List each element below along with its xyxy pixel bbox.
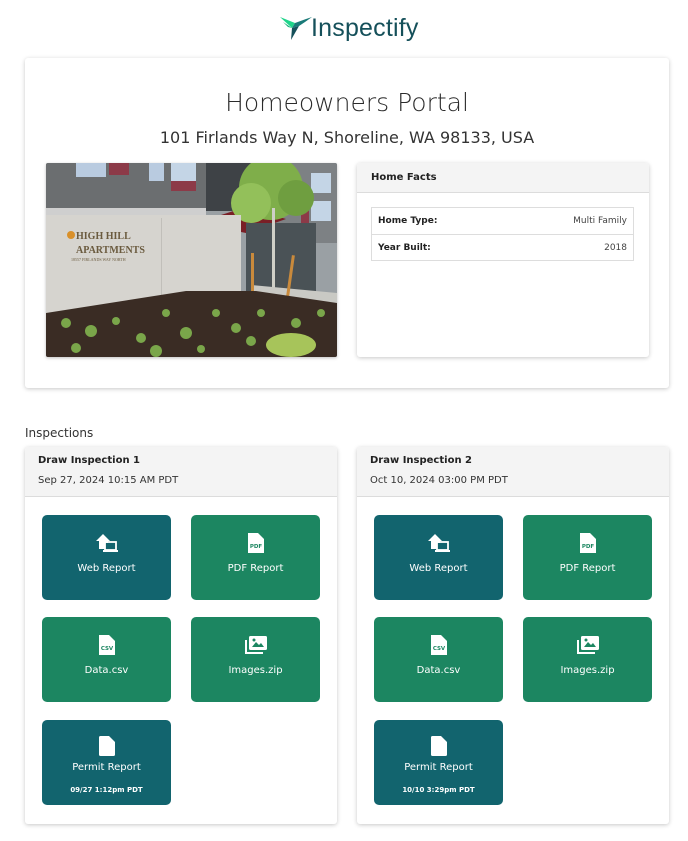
inspection-card: Draw Inspection 2 Oct 10, 2024 03:00 PM … (357, 447, 669, 824)
inspection-name: Draw Inspection 2 (370, 455, 472, 466)
sign-line-3: 18557 FIRLANDS WAY NORTH (71, 257, 126, 262)
pdf-file-icon: PDF (579, 533, 596, 553)
tile-label: PDF Report (559, 563, 616, 574)
tile-label: Web Report (409, 563, 468, 574)
home-fact-label: Home Type: (378, 216, 438, 226)
inspection-header: Draw Inspection 2 Oct 10, 2024 03:00 PM … (357, 447, 669, 497)
inspections-heading: Inspections (25, 426, 94, 440)
file-icon (430, 736, 447, 756)
home-fact-value: 2018 (604, 242, 627, 253)
page-title: Homeowners Portal (225, 88, 469, 117)
home-fact-row: Home Type: Multi Family (372, 208, 633, 234)
inspection-card: Draw Inspection 1 Sep 27, 2024 10:15 AM … (25, 447, 337, 824)
pdf-file-icon: PDF (247, 533, 264, 553)
home-fact-value: Multi Family (573, 216, 627, 226)
svg-text:PDF: PDF (581, 544, 594, 550)
web-report-button[interactable]: Web Report (374, 515, 503, 600)
hummingbird-icon (280, 17, 312, 40)
tile-label: Permit Report (72, 762, 141, 773)
property-photo-image: HIGH HILL APARTMENTS 18557 FIRLANDS WAY … (46, 163, 337, 357)
data-csv-button[interactable]: CSV Data.csv (42, 617, 171, 702)
property-card: Homeowners Portal 101 Firlands Way N, Sh… (25, 58, 669, 388)
brand-logo[interactable]: Inspectify (279, 10, 419, 46)
svg-text:PDF: PDF (249, 544, 262, 550)
inspection-header: Draw Inspection 1 Sep 27, 2024 10:15 AM … (25, 447, 337, 497)
house-laptop-icon (427, 534, 450, 552)
inspection-date: Sep 27, 2024 10:15 AM PDT (38, 475, 179, 486)
home-fact-label: Year Built: (378, 242, 431, 253)
svg-text:CSV: CSV (100, 646, 113, 652)
permit-report-button[interactable]: Permit Report 09/27 1:12pm PDT (42, 720, 171, 805)
home-fact-row: Year Built: 2018 (372, 234, 633, 260)
permit-report-button[interactable]: Permit Report 10/10 3:29pm PDT (374, 720, 503, 805)
tile-label: Images.zip (228, 665, 283, 676)
web-report-button[interactable]: Web Report (42, 515, 171, 600)
svg-text:CSV: CSV (432, 646, 445, 652)
tile-label: PDF Report (227, 563, 284, 574)
brand-name: Inspectify (311, 13, 419, 42)
data-csv-button[interactable]: CSV Data.csv (374, 617, 503, 702)
tile-label: Data.csv (84, 665, 129, 676)
permit-report-timestamp: 10/10 3:29pm PDT (402, 786, 475, 794)
home-facts-panel: Home Facts Home Type: Multi Family Year … (357, 163, 649, 357)
sign-line-2: APARTMENTS (76, 245, 145, 256)
images-icon (244, 636, 267, 654)
images-zip-button[interactable]: Images.zip (191, 617, 320, 702)
csv-file-icon: CSV (430, 635, 447, 655)
tile-label: Data.csv (416, 665, 461, 676)
inspection-name: Draw Inspection 1 (38, 455, 140, 466)
sign-line-1: HIGH HILL (76, 231, 131, 242)
images-icon (576, 636, 599, 654)
file-icon (98, 736, 115, 756)
csv-file-icon: CSV (98, 635, 115, 655)
pdf-report-button[interactable]: PDF PDF Report (191, 515, 320, 600)
tile-label: Permit Report (404, 762, 473, 773)
property-photo: HIGH HILL APARTMENTS 18557 FIRLANDS WAY … (46, 163, 337, 357)
permit-report-timestamp: 09/27 1:12pm PDT (70, 786, 143, 794)
house-laptop-icon (95, 534, 118, 552)
home-facts-title: Home Facts (357, 163, 649, 193)
images-zip-button[interactable]: Images.zip (523, 617, 652, 702)
tile-label: Images.zip (560, 665, 615, 676)
tile-label: Web Report (77, 563, 136, 574)
pdf-report-button[interactable]: PDF PDF Report (523, 515, 652, 600)
inspection-date: Oct 10, 2024 03:00 PM PDT (370, 475, 508, 486)
property-address: 101 Firlands Way N, Shoreline, WA 98133,… (159, 128, 535, 147)
home-facts-table: Home Type: Multi Family Year Built: 2018 (371, 207, 634, 261)
